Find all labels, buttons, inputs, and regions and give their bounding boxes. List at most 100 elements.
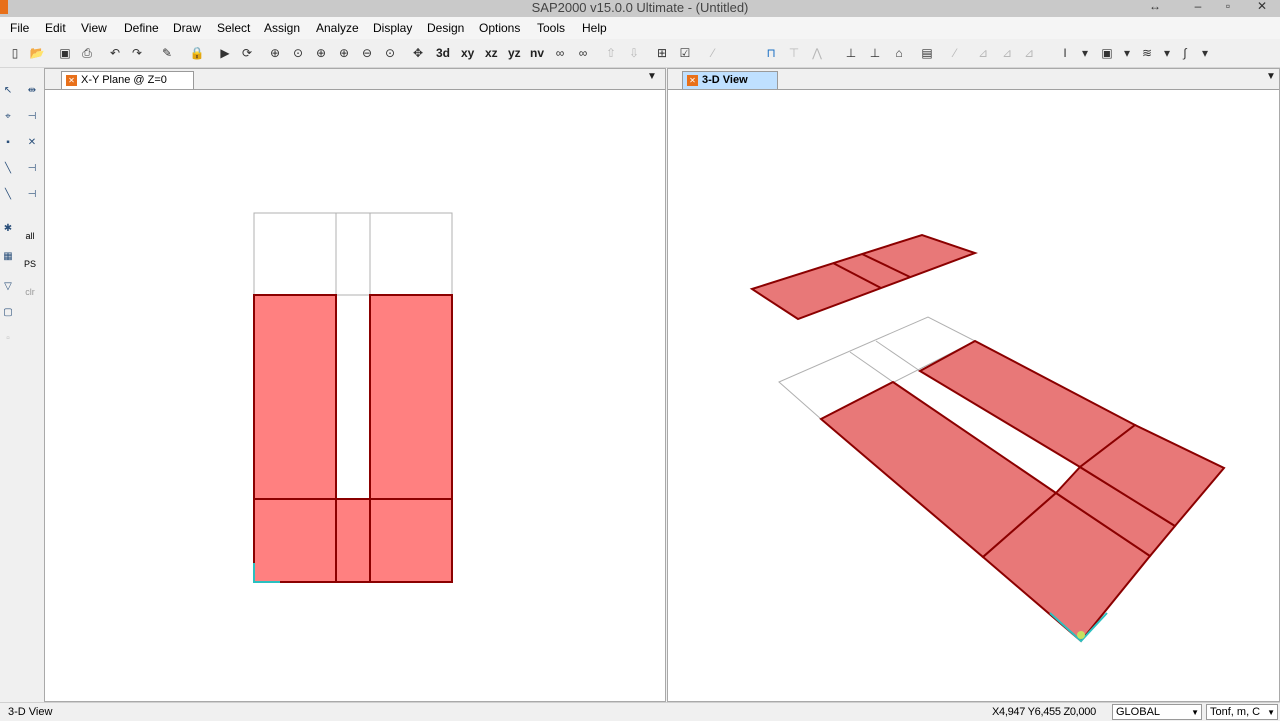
3d-view-panel[interactable]: ✕ 3-D View ▼ (667, 68, 1280, 702)
intersect-line-icon[interactable]: ▽ (0, 278, 16, 294)
zoom-out-icon[interactable]: ⊖ (358, 44, 376, 62)
redo-icon[interactable]: ↷ (128, 44, 146, 62)
menu-edit[interactable]: Edit (45, 20, 66, 36)
pan-icon[interactable]: ✥ (409, 44, 427, 62)
left-panel-menu-icon[interactable]: ▼ (647, 71, 657, 82)
units-select[interactable]: Tonf, m, C ▼ (1206, 704, 1278, 720)
view-xz-button[interactable]: xz (485, 44, 498, 62)
menu-view[interactable]: View (81, 20, 107, 36)
pencil-icon[interactable]: ✎ (158, 44, 176, 62)
frame-cable-icon[interactable]: ⊤ (785, 44, 803, 62)
table-icon[interactable]: ▤ (918, 44, 936, 62)
move-up-icon[interactable]: ⇧ (602, 44, 620, 62)
print-icon[interactable]: ⎙ (78, 44, 96, 62)
section-designer-icon[interactable]: I (1056, 44, 1074, 62)
select-all-button[interactable]: all (22, 228, 38, 244)
perspective-icon[interactable]: ∞ (574, 44, 592, 62)
sap-window-icon: ✕ (66, 75, 77, 86)
frame-draw-icon[interactable]: ⊓ (762, 44, 780, 62)
undo-icon[interactable]: ↶ (106, 44, 124, 62)
move-down-icon[interactable]: ⇩ (625, 44, 643, 62)
clear-selection-button[interactable]: clr (22, 284, 38, 300)
refresh-icon[interactable]: ⟳ (238, 44, 256, 62)
draw-cross-icon[interactable]: ✕ (24, 134, 40, 150)
close-button[interactable]: ✕ (1252, 0, 1272, 14)
display-dropdown-icon[interactable]: ▾ (1118, 44, 1136, 62)
menu-options[interactable]: Options (479, 20, 520, 36)
view-yz-button[interactable]: yz (508, 44, 521, 62)
restore-arrows-icon[interactable]: ↔ (1145, 0, 1165, 14)
maximize-button[interactable]: ▫ (1218, 0, 1238, 14)
quick-brace-icon[interactable]: ⊣ (24, 160, 40, 176)
draw-joint-icon[interactable]: ⌖ (0, 108, 16, 124)
area-right-strip (369, 294, 453, 500)
status-active-view: 3-D View (8, 706, 53, 718)
snap-icon[interactable]: ⁄ (704, 44, 722, 62)
zoom-in-step-icon[interactable]: ⊕ (335, 44, 353, 62)
function-icon[interactable]: ∫ (1176, 44, 1194, 62)
menu-define[interactable]: Define (124, 20, 159, 36)
coord-system-select[interactable]: GLOBAL ▼ (1112, 704, 1202, 720)
status-bar: 3-D View X4,947 Y6,455 Z0,000 GLOBAL ▼ T… (0, 702, 1280, 721)
extrude-dropdown-icon[interactable]: ▾ (1158, 44, 1176, 62)
extrude-icon[interactable]: ≋ (1138, 44, 1156, 62)
frame-section-icon[interactable]: ⊥ (866, 44, 884, 62)
function-dropdown-icon[interactable]: ▾ (1196, 44, 1214, 62)
deformed-shape-icon[interactable]: ⁄ (946, 44, 964, 62)
zoom-all-icon[interactable]: ⊙ (381, 44, 399, 62)
rotate-view-icon[interactable]: ∞ (551, 44, 569, 62)
save-icon[interactable]: ▣ (56, 44, 74, 62)
force-diagram-icon[interactable]: ⊿ (974, 44, 992, 62)
view-xy-button[interactable]: xy (461, 44, 474, 62)
disabled-tool-icon[interactable]: ▫ (0, 330, 16, 346)
draw-frame-icon[interactable]: ⊣ (24, 108, 40, 124)
right-panel-menu-icon[interactable]: ▼ (1266, 71, 1276, 82)
zoom-in-icon[interactable]: ⊕ (312, 44, 330, 62)
previous-selection-button[interactable]: PS (22, 256, 38, 272)
3d-origin-marker-icon (1077, 631, 1085, 639)
truss-icon[interactable]: ⋀ (808, 44, 826, 62)
zoom-window-icon[interactable]: ⊕ (266, 44, 284, 62)
joint-restraint-icon[interactable]: ⊥ (842, 44, 860, 62)
new-file-icon[interactable]: ▯ (6, 44, 24, 62)
tab-xy-plane[interactable]: ✕ X-Y Plane @ Z=0 (61, 71, 194, 89)
area-selection-icon[interactable]: ▢ (0, 304, 16, 320)
zoom-restore-icon[interactable]: ⊙ (289, 44, 307, 62)
menu-display[interactable]: Display (373, 20, 412, 36)
stress-diagram-icon[interactable]: ⊿ (998, 44, 1016, 62)
virtual-work-icon[interactable]: ⊿ (1020, 44, 1038, 62)
xy-plane-canvas[interactable] (45, 90, 665, 701)
run-analysis-icon[interactable]: ▶ (216, 44, 234, 62)
set-display-icon[interactable]: ☑ (676, 44, 694, 62)
menu-file[interactable]: File (10, 20, 29, 36)
lock-icon[interactable]: 🔒 (188, 44, 206, 62)
reshape-icon[interactable]: ⇹ (24, 82, 40, 98)
menu-draw[interactable]: Draw (173, 20, 201, 36)
menu-design[interactable]: Design (427, 20, 464, 36)
select-grid-icon[interactable]: ▦ (0, 248, 16, 264)
display-options-icon[interactable]: ▣ (1098, 44, 1116, 62)
area-section-icon[interactable]: ⌂ (890, 44, 908, 62)
draw-area-icon[interactable]: ▪ (0, 134, 16, 150)
left-tab-strip: ✕ X-Y Plane @ Z=0 ▼ (45, 69, 665, 90)
3d-view-canvas[interactable] (668, 90, 1279, 701)
view-3d-button[interactable]: 3d (436, 44, 450, 62)
object-shrink-icon[interactable]: ⊞ (653, 44, 671, 62)
menu-help[interactable]: Help (582, 20, 607, 36)
menu-select[interactable]: Select (217, 20, 250, 36)
pointer-icon[interactable]: ↖ (0, 82, 16, 98)
quick-secondary-icon[interactable]: ⊣ (24, 186, 40, 202)
tab-3d-view[interactable]: ✕ 3-D View (682, 71, 778, 89)
xy-plane-panel[interactable]: ✕ X-Y Plane @ Z=0 ▼ (44, 68, 666, 702)
quick-frame-icon[interactable]: ╲ (0, 160, 16, 176)
select-node-icon[interactable]: ✱ (0, 220, 16, 236)
open-folder-icon[interactable]: 📂 (28, 44, 46, 62)
minimize-button[interactable]: – (1188, 0, 1208, 14)
area-left-strip (253, 294, 337, 500)
view-nv-button[interactable]: nv (530, 44, 544, 62)
menu-analyze[interactable]: Analyze (316, 20, 359, 36)
section-dropdown-icon[interactable]: ▾ (1076, 44, 1094, 62)
draw-line-icon[interactable]: ╲ (0, 186, 16, 202)
menu-assign[interactable]: Assign (264, 20, 300, 36)
menu-tools[interactable]: Tools (537, 20, 565, 36)
